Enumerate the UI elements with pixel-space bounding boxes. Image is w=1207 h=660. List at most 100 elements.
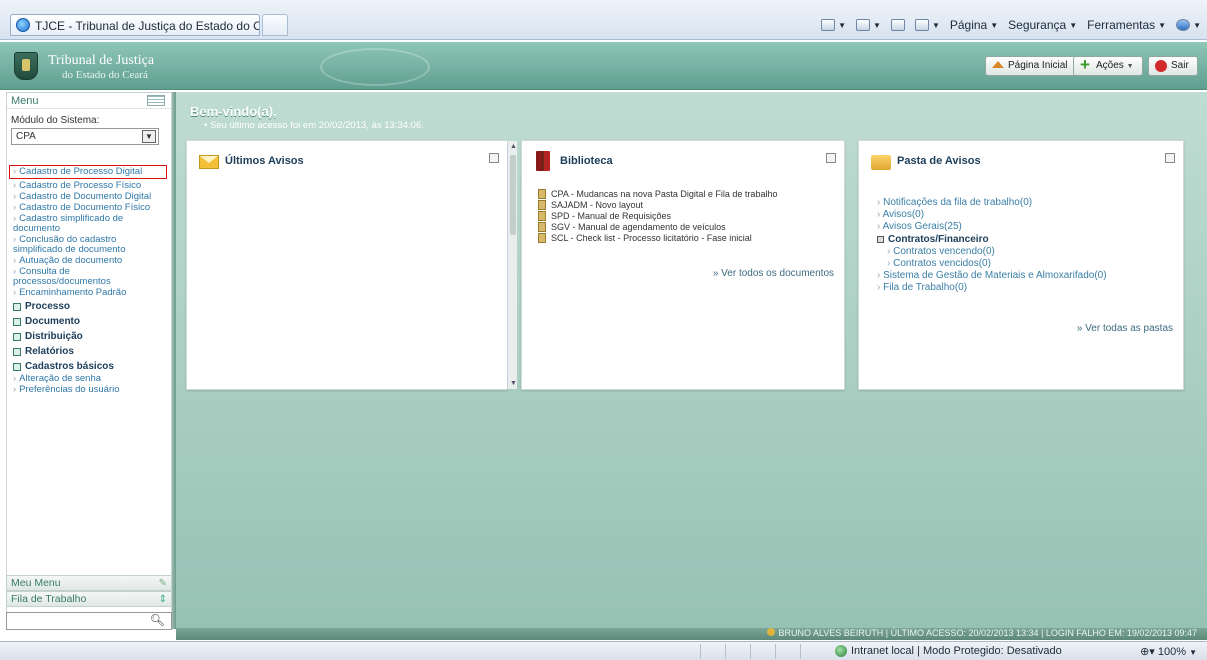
folder-subitem[interactable]: Contratos vencidos(0) (877, 258, 1107, 270)
my-menu-panel[interactable]: Meu Menu ✎ (6, 575, 172, 591)
minimize-icon[interactable] (826, 153, 836, 163)
security-menu[interactable]: Segurança ▼ (1008, 18, 1077, 32)
my-menu-label: Meu Menu (11, 577, 61, 589)
section-relatorios[interactable]: Relatórios (7, 344, 171, 359)
expand-icon (13, 362, 21, 371)
section-distribuicao[interactable]: Distribuição (7, 329, 171, 344)
section-cadastros-basicos[interactable]: Cadastros básicos (7, 359, 171, 374)
work-queue-panel[interactable]: Fila de Trabalho ⇕ (6, 591, 172, 607)
user-icon (767, 628, 776, 636)
document-icon (538, 200, 546, 210)
see-all-folders-link[interactable]: » Ver todas as pastas (1077, 323, 1173, 334)
menu-item-preferencias[interactable]: Preferências do usuário (7, 385, 171, 395)
folder-icon (871, 155, 891, 170)
see-all-documents-link[interactable]: » Ver todos os documentos (713, 268, 834, 279)
scroll-up-icon[interactable]: ▲ (510, 143, 517, 150)
house-icon (992, 61, 1004, 68)
library-doc[interactable]: CPA - Mudancas na nova Pasta Digital e F… (538, 189, 777, 199)
feed-icon (856, 19, 871, 31)
status-divider (700, 644, 701, 659)
menu-header[interactable]: Menu (7, 93, 171, 109)
menu-item-conclusao-cadastro[interactable]: Conclusão do cadastro simplificado de do… (7, 235, 171, 255)
menu-title: Menu (11, 94, 39, 107)
logo-title: Tribunal de Justiça (48, 53, 155, 68)
section-documento[interactable]: Documento (7, 314, 171, 329)
expand-icon (13, 302, 21, 311)
menu-item-cadastro-documento-digital[interactable]: Cadastro de Documento Digital (7, 192, 171, 202)
menu-item-cadastro-processo-digital[interactable]: Cadastro de Processo Digital (9, 165, 167, 179)
notice-folder-list: Notificações da fila de trabalho(0) Avis… (877, 197, 1107, 294)
tools-menu[interactable]: Ferramentas ▼ (1087, 18, 1166, 32)
menu-items: Cadastro de Processo Digital Cadastro de… (7, 165, 171, 395)
home-cmd[interactable]: ▼ (821, 19, 846, 31)
security-zone[interactable]: Intranet local | Modo Protegido: Desativ… (835, 645, 1062, 657)
library-panel: Biblioteca CPA - Mudancas na nova Pasta … (521, 140, 845, 390)
library-title: Biblioteca (560, 155, 613, 167)
app-header: Tribunal de Justiça do Estado do Ceará P… (0, 42, 1207, 90)
library-doc-list: CPA - Mudancas na nova Pasta Digital e F… (538, 189, 777, 244)
menu-item-consulta[interactable]: Consulta de processos/documentos (7, 267, 171, 287)
notice-folder-title: Pasta de Avisos (897, 155, 981, 167)
document-icon (538, 211, 546, 221)
folder-item[interactable]: Notificações da fila de trabalho(0) (877, 197, 1107, 209)
help-icon (1176, 19, 1191, 31)
books-icon (536, 151, 550, 171)
menu-item-cadastro-processo-fisico[interactable]: Cadastro de Processo Físico (7, 181, 171, 191)
print-cmd[interactable]: ▼ (914, 19, 940, 31)
browser-tab[interactable]: TJCE - Tribunal de Justiça do Estado do … (10, 14, 260, 36)
menu-item-encaminhamento[interactable]: Encaminhamento Padrão (7, 288, 171, 298)
latest-notices-title: Últimos Avisos (225, 155, 304, 167)
menu-item-alteracao-senha[interactable]: Alteração de senha (7, 374, 171, 384)
app-footer: BRUNO ALVES BEIRUTH | ÚLTIMO ACESSO: 20/… (176, 628, 1207, 640)
power-icon (1155, 60, 1167, 72)
section-processo[interactable]: Processo (7, 299, 171, 314)
page-menu[interactable]: Página ▼ (950, 18, 998, 32)
library-doc[interactable]: SAJADM - Novo layout (538, 200, 777, 210)
collapse-icon (877, 236, 884, 243)
library-doc[interactable]: SGV - Manual de agendamento de veículos (538, 222, 777, 232)
module-select[interactable]: CPA ▼ (11, 128, 159, 145)
expand-icon (13, 317, 21, 326)
list-view-icon[interactable] (147, 95, 165, 106)
plus-icon (1080, 55, 1092, 75)
header-watermark (320, 48, 430, 86)
envelope-icon (199, 155, 219, 169)
folder-item[interactable]: Avisos Gerais(25) (877, 221, 1107, 233)
menu-item-cadastro-simplificado[interactable]: Cadastro simplificado de documento (7, 214, 171, 234)
ie-icon (16, 18, 30, 32)
actions-button[interactable]: Ações ▼ (1073, 55, 1143, 76)
wrench-icon: ✎ (158, 577, 167, 589)
library-doc[interactable]: SCL - Check list - Processo licitatório … (538, 233, 777, 243)
help-cmd[interactable]: ▼ (1176, 19, 1201, 31)
browser-tab-title: TJCE - Tribunal de Justiça do Estado do … (35, 19, 259, 33)
mail-cmd[interactable] (890, 19, 905, 31)
new-tab-button[interactable] (262, 14, 288, 36)
browser-tab-bar: TJCE - Tribunal de Justiça do Estado do … (0, 0, 1207, 40)
print-icon (914, 19, 929, 31)
folder-subitem[interactable]: Contratos vencendo(0) (877, 246, 1107, 258)
notices-scrollbar[interactable]: ▲ ▼ (507, 141, 517, 389)
minimize-icon[interactable] (1165, 153, 1175, 163)
module-label: Módulo do Sistema: (11, 115, 100, 126)
exit-button[interactable]: Sair (1148, 56, 1198, 76)
sidebar-search-input[interactable]: 🔍︎ (6, 612, 172, 630)
home-page-button[interactable]: Página Inicial (985, 56, 1077, 76)
folder-item[interactable]: Sistema de Gestão de Materiais e Almoxar… (877, 270, 1106, 282)
scrollbar-thumb[interactable] (510, 155, 516, 235)
sidebar-panels: Meu Menu ✎ Fila de Trabalho ⇕ (6, 575, 172, 607)
zoom-control[interactable]: ⊕▾ 100% ▼ (1140, 645, 1197, 658)
folder-group-contratos[interactable]: Contratos/Financeiro (877, 233, 1107, 246)
scroll-down-icon[interactable]: ▼ (510, 380, 517, 387)
folder-item[interactable]: Avisos(0) (877, 209, 1107, 221)
home-icon (821, 19, 836, 31)
search-icon[interactable]: 🔍︎ (150, 613, 165, 627)
browser-status-bar: Intranet local | Modo Protegido: Desativ… (0, 641, 1207, 660)
menu-item-autuacao-documento[interactable]: Autuação de documento (7, 256, 171, 266)
status-divider (800, 644, 801, 659)
menu-item-cadastro-documento-fisico[interactable]: Cadastro de Documento Físico (7, 203, 171, 213)
library-doc[interactable]: SPD - Manual de Requisições (538, 211, 777, 221)
minimize-icon[interactable] (489, 153, 499, 163)
folder-item[interactable]: Fila de Trabalho(0) (877, 282, 1107, 294)
status-divider (725, 644, 726, 659)
feeds-cmd[interactable]: ▼ (856, 19, 881, 31)
